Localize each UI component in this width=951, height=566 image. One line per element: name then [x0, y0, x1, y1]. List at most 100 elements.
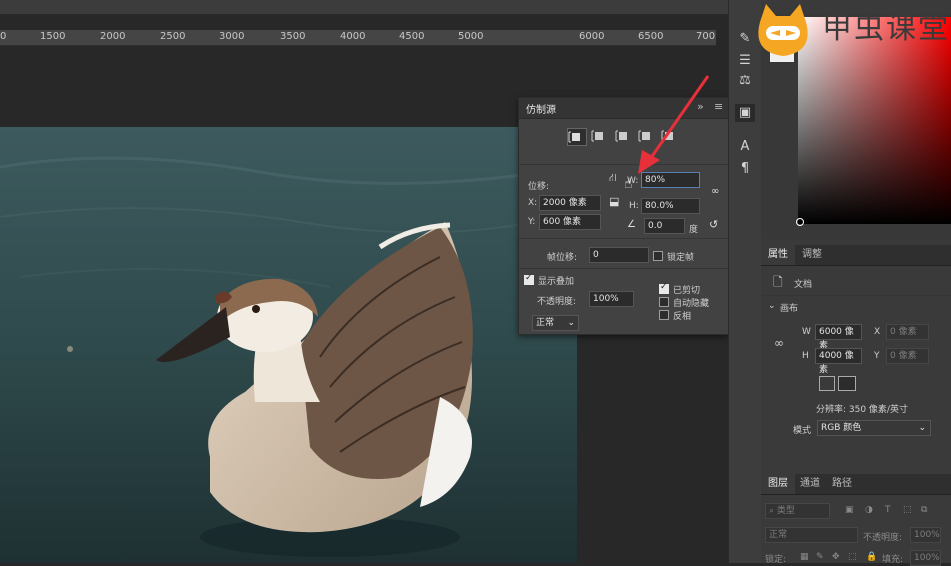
- layers-tab-bar: 图层 通道 路径: [761, 474, 951, 495]
- link-icon[interactable]: ∞: [774, 336, 784, 350]
- ruler-tick-label: 700: [696, 31, 716, 42]
- panel-title: 仿制源: [526, 105, 556, 116]
- invert-checkbox[interactable]: [659, 310, 669, 320]
- fill-label: 填充:: [882, 555, 904, 565]
- clone-source-2-icon[interactable]: [591, 128, 609, 144]
- overlay-opacity-input[interactable]: 100%: [589, 291, 634, 307]
- ruler-tick-label: 5000: [458, 31, 484, 42]
- x-label: X:: [528, 198, 538, 208]
- ruler-tick-label: 0: [0, 31, 7, 42]
- smart-object-filter-icon[interactable]: ⧉: [921, 505, 927, 515]
- watermark-text: 甲虫课堂: [822, 11, 950, 46]
- ruler-tick-label: 4500: [399, 31, 425, 42]
- goose-photo: [0, 127, 577, 563]
- color-mode-value: RGB 颜色: [821, 423, 862, 433]
- clipped-checkbox[interactable]: [659, 282, 669, 294]
- flip-horizontal-icon[interactable]: ⛙: [609, 171, 617, 186]
- angle-unit: 度: [689, 225, 699, 235]
- chevron-down-icon: ⌄: [567, 318, 575, 328]
- show-overlay-checkbox[interactable]: [524, 273, 534, 285]
- ruler-tick-label: 3500: [280, 31, 306, 42]
- lock-label: 锁定:: [765, 555, 787, 565]
- canvas-y-input[interactable]: 0 像素: [886, 348, 929, 364]
- flip-vertical-icon[interactable]: ⬓: [609, 195, 619, 208]
- layer-kind-filter[interactable]: ⌕ 类型: [765, 503, 830, 519]
- tab-layers[interactable]: 图层: [761, 474, 795, 494]
- divider: [761, 295, 951, 296]
- tab-properties[interactable]: 属性: [761, 245, 795, 265]
- adjustment-filter-icon[interactable]: ◑: [865, 505, 873, 515]
- ruler-tick-label: 6500: [638, 31, 664, 42]
- properties-tab-bar: 属性 调整: [761, 245, 951, 266]
- document-icon: 🗋: [773, 275, 783, 289]
- x-offset-input[interactable]: 2000 像素: [539, 195, 601, 211]
- layer-fill-input[interactable]: 100%: [910, 550, 941, 566]
- landscape-orientation-icon[interactable]: [838, 376, 856, 391]
- clipped-label: 已剪切: [673, 286, 701, 296]
- tab-paths[interactable]: 路径: [825, 474, 859, 494]
- lock-artboard-icon[interactable]: ⬚: [848, 552, 857, 562]
- portrait-orientation-icon[interactable]: [819, 376, 835, 391]
- color-mode-select[interactable]: RGB 颜色 ⌄: [817, 420, 931, 436]
- ruler-tick-label: 2500: [160, 31, 186, 42]
- character-icon[interactable]: A: [735, 138, 755, 156]
- reset-icon[interactable]: ↺: [709, 218, 718, 231]
- watermark-logo: [758, 4, 808, 56]
- auto-hide-label: 自动隐藏: [673, 299, 710, 309]
- overlay-blend-mode-select[interactable]: 正常 ⌄: [532, 315, 579, 331]
- layer-blend-mode-select[interactable]: 正常: [765, 527, 858, 543]
- h-scale-input[interactable]: 80.0%: [641, 198, 700, 214]
- lock-frame-label: 锁定帧: [667, 253, 695, 263]
- invert-label: 反相: [673, 312, 692, 322]
- shape-filter-icon[interactable]: ⬚: [903, 505, 912, 515]
- annotation-arrow: [638, 75, 710, 174]
- layer-opacity-input[interactable]: 100%: [910, 527, 941, 543]
- lock-pixels-icon[interactable]: ▦: [800, 552, 809, 562]
- lock-brush-icon[interactable]: ✎: [816, 552, 824, 562]
- ruler-tick-label: 2000: [100, 31, 126, 42]
- options-bar: [0, 0, 728, 15]
- chevron-down-icon: ⌄: [918, 423, 926, 433]
- link-icon[interactable]: ∞: [711, 186, 719, 197]
- panel-dock-strip: ✎ ☰ ⚖ ▣ A ¶: [728, 0, 761, 563]
- ruler-tick-label: 6000: [579, 31, 605, 42]
- resolution-text: 分辨率: 350 像素/英寸: [816, 405, 908, 415]
- canvas-height-input[interactable]: 4000 像素: [815, 348, 862, 375]
- lock-position-icon[interactable]: ✥: [832, 552, 840, 562]
- swatches-icon[interactable]: ⚖: [735, 72, 755, 90]
- canvas-y-label: Y: [874, 351, 880, 361]
- lock-frame-checkbox[interactable]: [653, 251, 663, 261]
- tab-adjustments[interactable]: 调整: [795, 245, 829, 265]
- angle-icon: ∠: [627, 219, 636, 230]
- chevron-down-icon[interactable]: ⌄: [768, 301, 776, 311]
- opacity-label: 不透明度:: [537, 297, 577, 307]
- clone-source-1-icon[interactable]: [567, 128, 587, 146]
- canvas-x-label: X: [874, 327, 881, 337]
- type-filter-icon[interactable]: T: [885, 505, 891, 515]
- clone-source-icon[interactable]: ▣: [735, 104, 755, 122]
- paragraph-icon[interactable]: ¶: [735, 160, 755, 178]
- lock-all-icon[interactable]: 🔒: [866, 552, 877, 562]
- divider: [519, 238, 728, 239]
- frame-offset-input[interactable]: 0: [589, 247, 649, 263]
- frame-offset-label: 帧位移:: [547, 253, 578, 263]
- image-filter-icon[interactable]: ▣: [845, 505, 854, 515]
- canvas-section-label: 画布: [780, 304, 799, 314]
- angle-input[interactable]: 0.0: [644, 218, 685, 234]
- divider: [519, 268, 728, 269]
- y-offset-input[interactable]: 600 像素: [539, 214, 601, 230]
- horizontal-ruler: 0 1500 2000 2500 3000 3500 4000 4500 600…: [0, 30, 716, 46]
- canvas-x-input[interactable]: 0 像素: [886, 324, 929, 340]
- show-overlay-label: 显示叠加: [538, 277, 575, 287]
- ruler-tick-label: 4000: [340, 31, 366, 42]
- auto-hide-checkbox[interactable]: [659, 297, 669, 307]
- search-icon: ⌕: [769, 506, 775, 516]
- blend-mode-value: 正常: [536, 318, 555, 328]
- tab-channels[interactable]: 通道: [793, 474, 827, 494]
- h-label: H:: [629, 201, 639, 211]
- color-picker-handle[interactable]: [796, 218, 804, 226]
- mode-label: 模式: [793, 426, 812, 436]
- color-picker-field[interactable]: [798, 17, 951, 224]
- canvas-width-input[interactable]: 6000 像素: [815, 324, 862, 351]
- document-label: 文档: [794, 280, 813, 290]
